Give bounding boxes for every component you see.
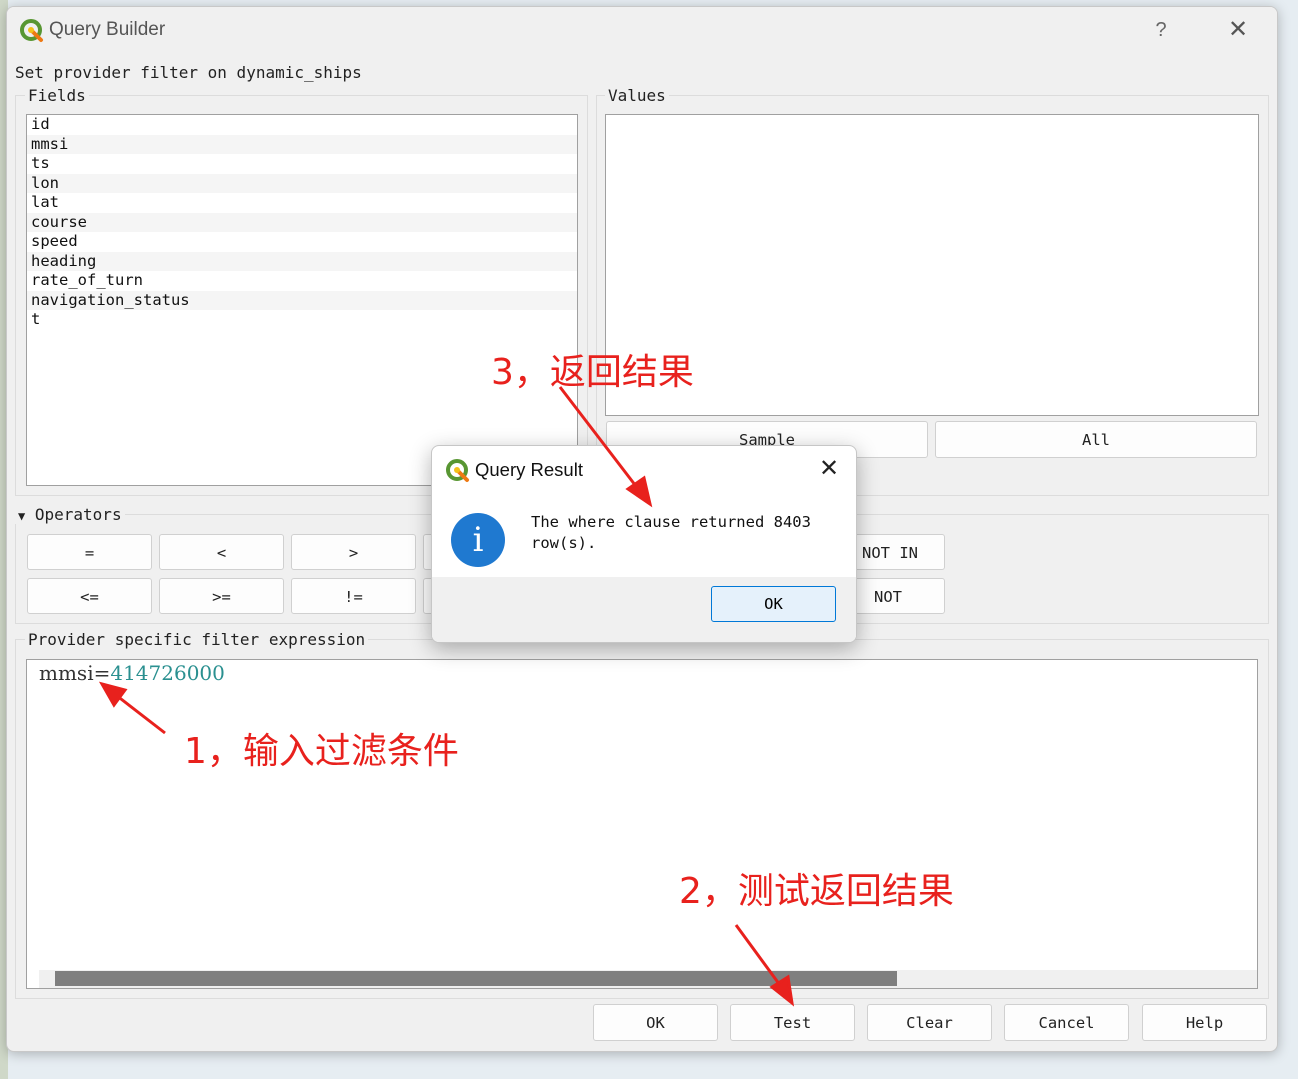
- arrow-step1: [98, 681, 166, 735]
- annotation-arrows: [98, 386, 795, 1007]
- arrow-step3: [558, 386, 653, 508]
- arrow-step2: [734, 924, 795, 1007]
